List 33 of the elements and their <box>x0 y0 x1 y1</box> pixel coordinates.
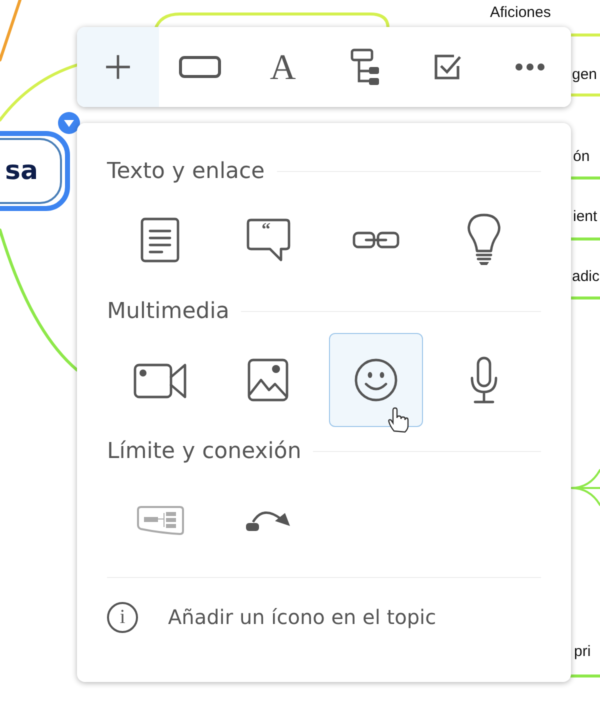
topic-label: adic <box>572 268 600 285</box>
hand-cursor-icon <box>387 407 409 433</box>
checkbox-icon <box>432 52 462 82</box>
topic-title: sa <box>4 156 38 186</box>
collapse-handle-icon[interactable] <box>58 112 80 134</box>
image-icon <box>247 358 289 402</box>
rectangle-icon <box>179 56 222 78</box>
more-icon <box>514 63 545 71</box>
plus-icon <box>105 54 132 80</box>
microphone-icon <box>469 356 499 404</box>
topic-label: ient <box>573 208 598 225</box>
topic-node[interactable]: sa <box>0 138 62 204</box>
tree-structure-icon <box>350 48 380 86</box>
boundary-icon <box>136 504 184 536</box>
smiley-icon <box>354 358 398 402</box>
topic-label: pri <box>574 643 591 660</box>
link-icon <box>352 231 400 249</box>
section-title: Multimedia <box>107 298 230 324</box>
insert-option-button[interactable]: “ <box>221 193 315 287</box>
light-bulb-icon <box>467 213 501 267</box>
letter-icon: A <box>270 49 296 85</box>
topic-label: Aficiones <box>490 4 551 21</box>
info-icon: i <box>107 602 138 632</box>
section-title: Límite y conexión <box>107 438 302 464</box>
topic-label: gen <box>572 66 598 83</box>
toolbar-button[interactable] <box>159 27 242 107</box>
topic-label: ón <box>573 148 590 165</box>
section-title: Texto y enlace <box>107 158 265 184</box>
note-icon <box>140 217 180 263</box>
toolbar-button[interactable]: A <box>242 27 324 107</box>
comment-icon: “ <box>246 218 290 262</box>
hint-text: Añadir un ícono en el topic <box>168 605 436 629</box>
insert-option-button[interactable] <box>329 333 423 427</box>
